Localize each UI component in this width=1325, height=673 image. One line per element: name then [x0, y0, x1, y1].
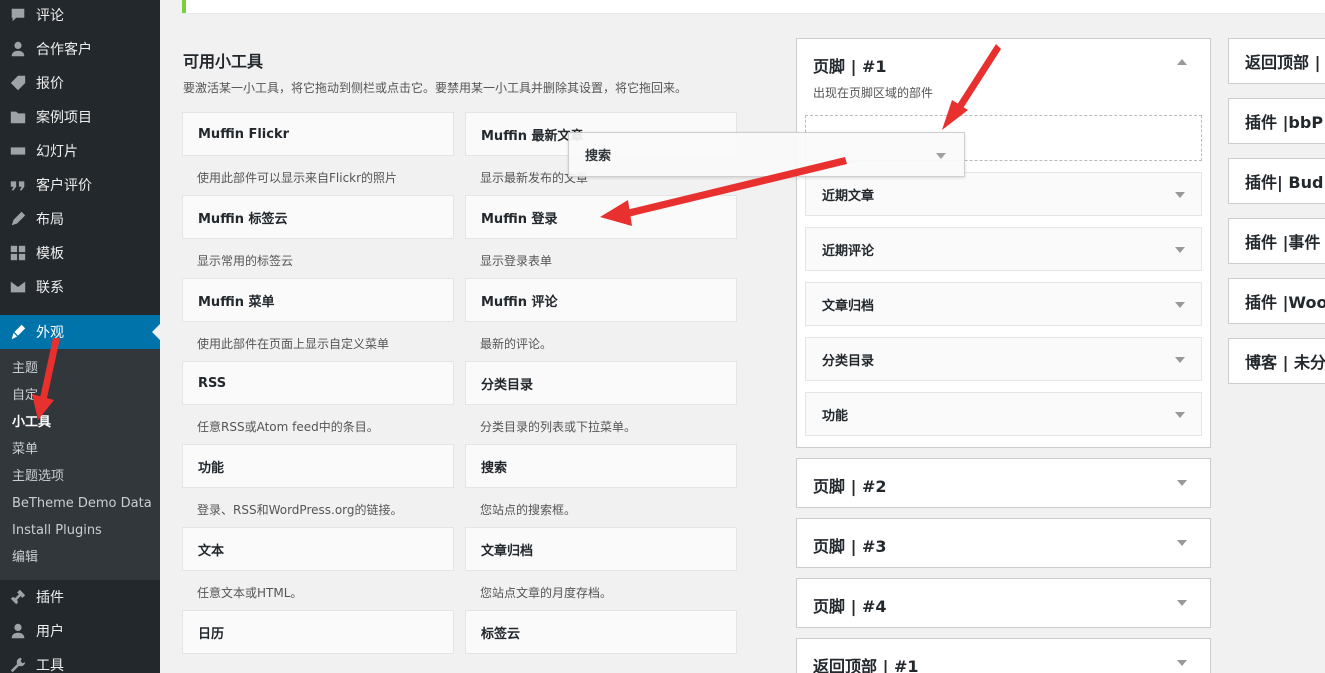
appearance-submenu: 主题 自定 小工具 菜单 主题选项 BeTheme Demo Data Inst… [0, 349, 160, 580]
widget-desc: 任意文本或HTML。 [197, 586, 303, 600]
submenu-theme-options[interactable]: 主题选项 [12, 467, 64, 487]
menu-testimonials[interactable]: 客户评价 [0, 168, 160, 202]
submenu-customize[interactable]: 自定 [12, 386, 38, 406]
area-widget-archives[interactable]: 文章归档 [805, 282, 1202, 326]
plugin-icon [0, 588, 36, 606]
user-icon [0, 40, 36, 58]
sidebar-area-blog[interactable]: 博客 | 未分 [1228, 338, 1325, 384]
sidebar-area-bbpress[interactable]: 插件 |bbP [1228, 98, 1325, 144]
chevron-down-icon[interactable] [1177, 480, 1187, 486]
widget-desc: 您站点文章的月度存档。 [480, 586, 613, 600]
widget-desc: 最新的评论。 [480, 337, 553, 351]
user-icon [0, 622, 36, 640]
widget-meta[interactable]: 功能 [182, 444, 454, 488]
dragging-widget-search[interactable]: 搜索 [568, 132, 965, 177]
widget-desc: 您站点的搜索框。 [480, 503, 577, 517]
menu-layouts[interactable]: 布局 [0, 202, 160, 236]
sidebar-area-footer-3[interactable]: 页脚 | #3 [796, 518, 1211, 568]
submenu-widgets[interactable]: 小工具 [12, 413, 51, 433]
chevron-down-icon[interactable] [1175, 412, 1185, 418]
widget-muffin-menu[interactable]: Muffin 菜单 [182, 278, 454, 322]
menu-comments[interactable]: 评论 [0, 0, 160, 32]
submenu-install-plugins[interactable]: Install Plugins [12, 521, 102, 541]
widget-muffin-flickr[interactable]: Muffin Flickr [182, 112, 454, 156]
sidebar-area-footer-2[interactable]: 页脚 | #2 [796, 458, 1211, 508]
menu-appearance[interactable]: 外观 [0, 315, 160, 349]
widget-desc: 显示登录表单 [480, 254, 553, 268]
tag-icon [0, 74, 36, 92]
wrench-icon [0, 656, 36, 673]
folder-icon [0, 108, 36, 126]
comment-icon [0, 6, 36, 24]
chevron-up-icon[interactable] [1177, 59, 1187, 65]
area-widget-recent-posts[interactable]: 近期文章 [805, 172, 1202, 216]
widget-categories[interactable]: 分类目录 [465, 361, 737, 405]
sidebar-area-events[interactable]: 插件 |事件 [1228, 218, 1325, 264]
menu-slides[interactable]: 幻灯片 [0, 134, 160, 168]
menu-users[interactable]: 用户 [0, 614, 160, 648]
widget-muffin-login[interactable]: Muffin 登录 [465, 195, 737, 239]
area-title: 页脚 | #4 [813, 597, 887, 616]
chevron-down-icon[interactable] [1175, 357, 1185, 363]
submenu-editor[interactable]: 编辑 [12, 548, 38, 568]
widget-desc: 使用此部件在页面上显示自定义菜单 [197, 337, 390, 351]
menu-plugins[interactable]: 插件 [0, 580, 160, 614]
menu-templates[interactable]: 模板 [0, 236, 160, 270]
widget-muffin-comments[interactable]: Muffin 评论 [465, 278, 737, 322]
brush-icon [0, 323, 36, 341]
sidebar-area-woocommerce[interactable]: 插件 |Woo [1228, 278, 1325, 324]
area-title: 页脚 | #3 [813, 537, 887, 556]
widget-muffin-tag-cloud[interactable]: Muffin 标签云 [182, 195, 454, 239]
chevron-down-icon[interactable] [1175, 302, 1185, 308]
sidebar-area-footer-1: 页脚 | #1 出现在页脚区域的部件 近期文章 近期评论 文章归档 分类目录 功… [796, 38, 1211, 448]
widget-desc: 显示常用的标签云 [197, 254, 294, 268]
widget-desc: 分类目录的列表或下拉菜单。 [480, 420, 637, 434]
menu-portfolio[interactable]: 案例项目 [0, 100, 160, 134]
available-widgets-title: 可用小工具 [183, 52, 264, 71]
slides-icon [0, 142, 36, 160]
pencil-icon [0, 210, 36, 228]
widget-desc: 使用此部件可以显示来自Flickr的照片 [197, 171, 398, 185]
menu-pricing[interactable]: 报价 [0, 66, 160, 100]
widget-search[interactable]: 搜索 [465, 444, 737, 488]
chevron-down-icon[interactable] [1175, 247, 1185, 253]
quote-icon [0, 176, 36, 194]
sidebar-area-back-to-top[interactable]: 返回顶部 | [1228, 38, 1325, 84]
area-widget-recent-comments[interactable]: 近期评论 [805, 227, 1202, 271]
widget-text[interactable]: 文本 [182, 527, 454, 571]
menu-clients[interactable]: 合作客户 [0, 32, 160, 66]
available-widgets-description: 要激活某一小工具，将它拖动到侧栏或点击它。要禁用某一小工具并删除其设置，将它拖回… [183, 81, 688, 95]
sidebar-area-back-to-top-1[interactable]: 返回顶部 | #1 [796, 638, 1211, 673]
menu-contact[interactable]: 联系 [0, 270, 160, 304]
area-title: 返回顶部 | #1 [813, 657, 919, 673]
submenu-themes[interactable]: 主题 [12, 359, 38, 379]
submenu-demo-data[interactable]: BeTheme Demo Data [12, 494, 152, 514]
area-widget-categories[interactable]: 分类目录 [805, 337, 1202, 381]
admin-notice [182, 0, 1325, 13]
grid-icon [0, 244, 36, 262]
admin-sidebar: 评论 合作客户 报价 案例项目 幻灯片 客户评价 布局 模板 联系 外观 主题 … [0, 0, 160, 673]
widget-tag-cloud[interactable]: 标签云 [465, 610, 737, 654]
chevron-down-icon[interactable] [1175, 192, 1185, 198]
chevron-down-icon [936, 153, 946, 159]
widget-calendar[interactable]: 日历 [182, 610, 454, 654]
area-title[interactable]: 页脚 | #1 [813, 53, 887, 77]
mail-icon [0, 278, 36, 296]
widget-archives[interactable]: 文章归档 [465, 527, 737, 571]
sidebar-area-buddypress[interactable]: 插件| Bud [1228, 158, 1325, 204]
submenu-menus[interactable]: 菜单 [12, 440, 38, 460]
area-description: 出现在页脚区域的部件 [813, 86, 934, 100]
area-widget-meta[interactable]: 功能 [805, 392, 1202, 436]
chevron-down-icon[interactable] [1177, 540, 1187, 546]
menu-tools[interactable]: 工具 [0, 648, 160, 673]
widget-desc: 任意RSS或Atom feed中的条目。 [197, 420, 379, 434]
widget-rss[interactable]: RSS [182, 361, 454, 405]
sidebar-area-footer-4[interactable]: 页脚 | #4 [796, 578, 1211, 628]
widget-desc: 登录、RSS和WordPress.org的链接。 [197, 503, 403, 517]
chevron-down-icon[interactable] [1177, 660, 1187, 666]
area-title: 页脚 | #2 [813, 477, 887, 496]
chevron-down-icon[interactable] [1177, 600, 1187, 606]
